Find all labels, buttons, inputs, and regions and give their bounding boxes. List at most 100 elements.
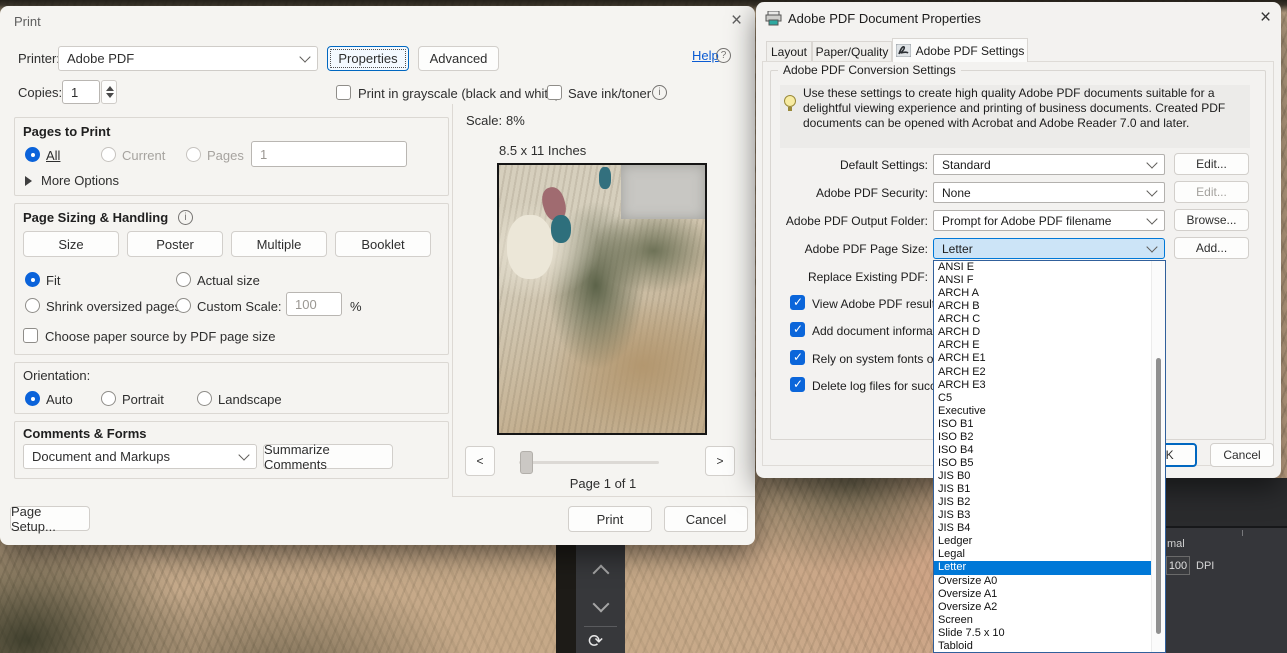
page-size-option[interactable]: ISO B5 (934, 457, 1165, 470)
grayscale-checkbox[interactable] (336, 85, 351, 100)
delete-logs-checkbox[interactable] (790, 377, 805, 392)
increment-icon[interactable] (106, 86, 114, 91)
expand-icon[interactable] (25, 176, 32, 186)
booklet-button[interactable]: Booklet (335, 231, 431, 257)
paper-source-checkbox[interactable] (23, 328, 38, 343)
page-size-option[interactable]: Oversize A2 (934, 601, 1165, 614)
page-size-option[interactable]: C5 (934, 392, 1165, 405)
page-size-option[interactable]: ARCH E2 (934, 366, 1165, 379)
print-button[interactable]: Print (568, 506, 652, 532)
page-size-option[interactable]: Letter (934, 561, 1153, 574)
page-size-option[interactable]: Screen (934, 614, 1165, 627)
edit-settings-button[interactable]: Edit... (1174, 153, 1249, 175)
page-size-option[interactable]: ARCH A (934, 287, 1165, 300)
add-doc-info-checkbox[interactable] (790, 322, 805, 337)
page-size-option[interactable]: Legal (934, 548, 1165, 561)
page-size-option[interactable]: JIS B1 (934, 483, 1165, 496)
info-icon[interactable]: i (652, 85, 667, 100)
chevron-up-icon[interactable] (593, 565, 610, 582)
output-folder-select[interactable]: Prompt for Adobe PDF filename (933, 210, 1165, 231)
save-ink-label: Save ink/toner (568, 86, 651, 101)
radio-current[interactable] (101, 147, 116, 162)
page-size-option[interactable]: ARCH E3 (934, 379, 1165, 392)
comments-select[interactable]: Document and Markups (23, 444, 257, 469)
dpi-input[interactable]: 100 (1166, 556, 1190, 575)
info-icon[interactable]: i (178, 210, 193, 225)
custom-scale-input[interactable]: 100 (286, 292, 342, 316)
browse-button[interactable]: Browse... (1174, 209, 1249, 231)
page-size-option[interactable]: JIS B0 (934, 470, 1165, 483)
advanced-button[interactable]: Advanced (418, 46, 499, 71)
page-size-option[interactable]: ARCH C (934, 313, 1165, 326)
poster-button[interactable]: Poster (127, 231, 223, 257)
chevron-down-icon[interactable] (593, 596, 610, 613)
radio-landscape[interactable] (197, 391, 212, 406)
page-size-option[interactable]: Slide 7.5 x 10 (934, 627, 1165, 640)
radio-auto[interactable] (25, 391, 40, 406)
pdf-security-select[interactable]: None (933, 182, 1165, 203)
page-setup-button[interactable]: Page Setup... (10, 506, 90, 531)
tab-paper-quality[interactable]: Paper/Quality (812, 41, 892, 62)
radio-pages[interactable] (186, 147, 201, 162)
refresh-icon[interactable]: ⟳ (588, 631, 603, 652)
tab-layout[interactable]: Layout (766, 41, 812, 62)
summarize-comments-button[interactable]: Summarize Comments (263, 444, 393, 469)
page-size-option[interactable]: ANSI F (934, 274, 1165, 287)
page-size-option[interactable]: JIS B2 (934, 496, 1165, 509)
slider-thumb[interactable] (520, 451, 533, 474)
page-size-option[interactable]: ARCH B (934, 300, 1165, 313)
page-size-option[interactable]: ANSI E (934, 261, 1165, 274)
scale-label: Scale: (466, 113, 502, 128)
map-great-salt-lake-south (551, 215, 571, 243)
multiple-button[interactable]: Multiple (231, 231, 327, 257)
tab-adobe-pdf-settings[interactable]: Adobe PDF Settings (892, 38, 1028, 62)
preview-zoom-slider[interactable] (519, 461, 659, 464)
view-results-checkbox[interactable] (790, 295, 805, 310)
scrollbar-thumb[interactable] (1156, 358, 1161, 634)
copies-input[interactable]: 1 (62, 80, 100, 104)
radio-shrink[interactable] (25, 298, 40, 313)
page-size-option[interactable]: ISO B4 (934, 444, 1165, 457)
page-size-option[interactable]: JIS B4 (934, 522, 1165, 535)
pdf-cancel-button[interactable]: Cancel (1210, 443, 1274, 467)
save-ink-checkbox[interactable] (547, 85, 562, 100)
default-settings-select[interactable]: Standard (933, 154, 1165, 175)
list-scrollbar[interactable] (1151, 261, 1165, 652)
radio-custom-scale[interactable] (176, 298, 191, 313)
help-link[interactable]: Help (692, 48, 719, 63)
radio-portrait[interactable] (101, 391, 116, 406)
page-size-option[interactable]: Oversize A0 (934, 575, 1165, 588)
size-button[interactable]: Size (23, 231, 119, 257)
radio-actual-size[interactable] (176, 272, 191, 287)
help-icon[interactable]: ? (716, 48, 731, 63)
copies-stepper[interactable] (101, 80, 117, 104)
system-fonts-checkbox[interactable] (790, 350, 805, 365)
page-size-option[interactable]: ARCH E (934, 339, 1165, 352)
page-size-option[interactable]: ISO B2 (934, 431, 1165, 444)
decrement-icon[interactable] (106, 93, 114, 98)
next-page-button[interactable]: > (705, 446, 735, 476)
add-page-size-button[interactable]: Add... (1174, 237, 1249, 259)
printer-select[interactable]: Adobe PDF (58, 46, 318, 71)
close-icon[interactable]: × (1260, 8, 1271, 27)
preview-pane: Scale: 8% 8.5 x 11 Inches < > Page 1 of … (452, 104, 755, 497)
close-icon[interactable]: × (731, 11, 742, 30)
page-size-option[interactable]: ISO B1 (934, 418, 1165, 431)
cancel-button[interactable]: Cancel (664, 506, 748, 532)
page-size-option[interactable]: ARCH E1 (934, 352, 1165, 365)
more-options-label[interactable]: More Options (41, 173, 119, 188)
page-size-option[interactable]: Tabloid (934, 640, 1165, 653)
page-size-option[interactable]: Oversize A1 (934, 588, 1165, 601)
grayscale-label: Print in grayscale (black and white) (358, 86, 560, 101)
page-size-select[interactable]: Letter (933, 238, 1165, 259)
page-size-option[interactable]: ARCH D (934, 326, 1165, 339)
radio-all[interactable] (25, 147, 40, 162)
page-size-option[interactable]: Executive (934, 405, 1165, 418)
radio-fit[interactable] (25, 272, 40, 287)
page-size-option[interactable]: JIS B3 (934, 509, 1165, 522)
page-size-option[interactable]: Ledger (934, 535, 1165, 548)
properties-button[interactable]: Properties (327, 46, 409, 71)
pages-range-input[interactable]: 1 (251, 141, 407, 167)
prev-page-button[interactable]: < (465, 446, 495, 476)
page-size-list[interactable]: ANSI EANSI FARCH AARCH BARCH CARCH DARCH… (933, 260, 1166, 653)
